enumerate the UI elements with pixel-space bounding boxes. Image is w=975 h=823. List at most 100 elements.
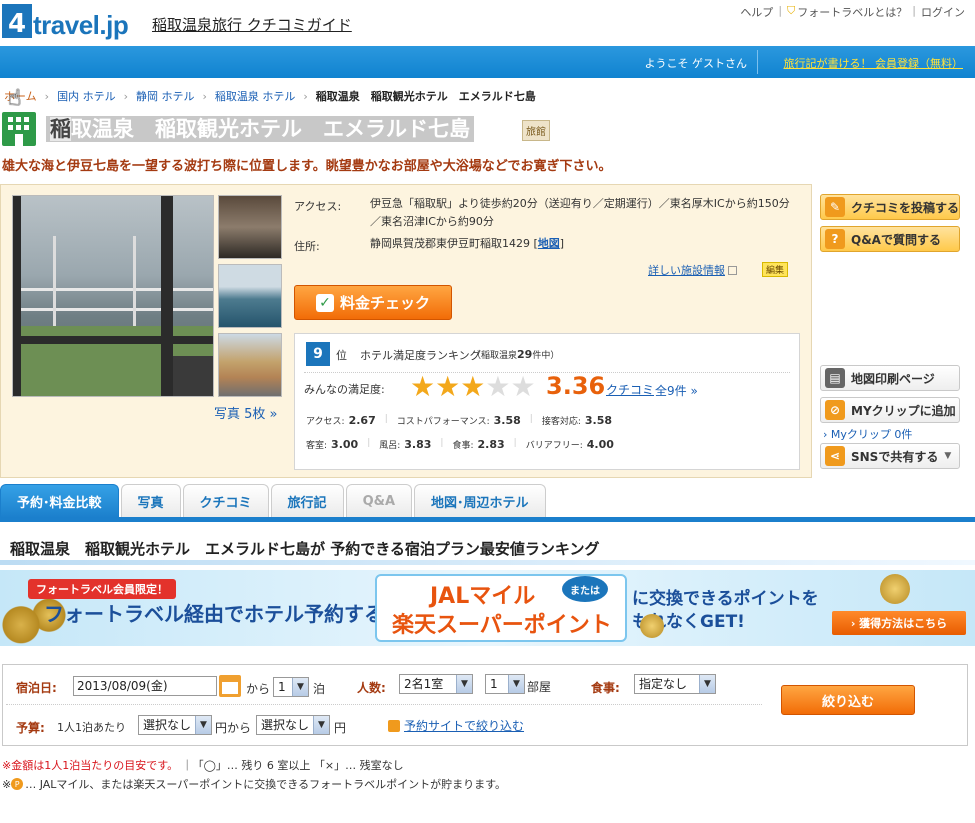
chevron-down-icon: ▼ — [508, 675, 524, 693]
catchcopy: 雄大な海と伊豆七島を一望する波打ち際に位置します。眺望豊かなお部屋や大浴場などで… — [2, 159, 612, 174]
detail-info-link[interactable]: 詳しい施設情報 — [648, 262, 737, 278]
star-empty-icon: ★ — [510, 370, 536, 403]
people-label: 人数: — [357, 681, 386, 695]
chevron-down-icon: ▼ — [456, 675, 472, 693]
logo-digit: 4 — [2, 4, 32, 38]
sub-score-room: 客室: 3.00 — [306, 438, 359, 451]
tab-qa[interactable]: Q&A — [345, 484, 413, 518]
banner-main-text: フォートラベル経由でホテル予約すると、 — [44, 602, 424, 626]
rank-unit: 位 — [336, 349, 347, 362]
banner-howto-button[interactable]: › 獲得方法はこちら — [832, 611, 966, 635]
budget-min-select[interactable]: 選択なし ▼ — [138, 715, 212, 735]
points-note: ※ P… JALマイル、または楽天スーパーポイントに交換できるフォートラベルポイン… — [2, 777, 506, 792]
tab-photos[interactable]: 写真 — [120, 484, 181, 518]
building-icon — [2, 112, 36, 146]
section-title: 稲取温泉 稲取観光ホテル エメラルド七島が 予約できる宿泊プラン最安値ランキング — [10, 540, 600, 558]
review-count-link[interactable]: 全9件 » — [655, 382, 698, 399]
register-link[interactable]: 旅行記が書ける！ 会員登録（無料） — [784, 55, 964, 71]
budget-yen-text: 円 — [334, 721, 347, 735]
budget-from-text: 円から — [215, 721, 252, 735]
sns-share-button[interactable]: ⋖ SNSで共有する ▼ — [820, 443, 960, 469]
site-narrow-link[interactable]: 予約サイトで絞り込む — [388, 717, 524, 734]
top-links: ヘルプ | ⛉ フォートラベルとは？ | ログイン — [740, 4, 965, 20]
date-input[interactable]: 2013/08/09(金) — [73, 676, 217, 696]
banner-jal: JALマイル — [430, 584, 536, 609]
main-photo[interactable] — [12, 195, 214, 397]
sub-score-access: アクセス: 2.67 — [306, 414, 376, 427]
sub-score-meal: 食事: 2.83 — [452, 438, 505, 451]
budget-per-text: 1人1泊あたり — [57, 721, 126, 734]
banner-tag: フォートラベル会員限定！ — [28, 579, 176, 599]
thumbnail-1[interactable] — [218, 195, 282, 259]
banner-rakuten: 楽天スーパーポイント — [392, 613, 612, 638]
question-icon: ? — [825, 229, 845, 249]
satisfaction-label: みんなの満足度: — [304, 383, 385, 396]
price-check-button[interactable]: ✓ 料金チェック — [294, 285, 452, 320]
budget-max-select[interactable]: 選択なし ▼ — [256, 715, 330, 735]
edit-button[interactable]: 編集 — [762, 262, 789, 277]
rank-subtext: （稲取温泉29件中） — [472, 348, 560, 361]
chevron-right-icon: › — [202, 89, 207, 103]
sub-score-cost: コストパフォーマンス: 3.58 — [396, 414, 521, 427]
star-filled-icon: ★ — [435, 370, 461, 403]
breadcrumb-inatori-hotel[interactable]: 稲取温泉 ホテル — [215, 88, 296, 104]
chevron-right-icon: › — [123, 89, 128, 103]
login-link[interactable]: ログイン — [921, 4, 965, 20]
breadcrumb: ホーム › 国内 ホテル › 静岡 ホテル › 稲取温泉 ホテル › 稲取温泉 … — [4, 88, 536, 104]
site-logo[interactable]: 4 travel.jp — [2, 2, 129, 38]
shield-icon: ⛉ — [787, 4, 796, 17]
welcome-text: ようこそ ゲストさん — [644, 57, 748, 70]
speech-bubble-icon: ✎ — [825, 197, 845, 217]
date-label: 宿泊日: — [16, 681, 57, 695]
points-icon: P — [11, 778, 24, 790]
thumbnail-3[interactable] — [218, 333, 282, 397]
chevron-down-icon: ▼ — [944, 451, 952, 461]
banner-or: または — [562, 576, 608, 602]
photos-link[interactable]: 写真 5枚 » — [214, 403, 278, 422]
calendar-icon[interactable] — [219, 675, 241, 697]
sub-score-barrierfree: バリアフリー: 4.00 — [525, 438, 614, 451]
tab-bar: 予約･料金比較 写真 クチコミ 旅行記 Q&A 地図･周辺ホテル — [0, 484, 548, 518]
rating-stars: ★ ★ ★ ★ ★ — [410, 372, 536, 402]
breadcrumb-shizuoka-hotel[interactable]: 静岡 ホテル — [136, 88, 195, 104]
rank-title: ホテル満足度ランキング — [360, 349, 481, 362]
breadcrumb-domestic-hotel[interactable]: 国内 ホテル — [57, 88, 116, 104]
sub-score-bath: 風呂: 3.83 — [379, 438, 432, 451]
meal-select[interactable]: 指定なし ▼ — [634, 674, 716, 694]
about-link[interactable]: フォートラベルとは？ — [797, 4, 907, 20]
map-print-button[interactable]: ▤ 地図印刷ページ — [820, 365, 960, 391]
map-link[interactable]: 地図 — [538, 237, 560, 250]
help-link[interactable]: ヘルプ — [740, 4, 773, 20]
myclip-add-button[interactable]: ⊘ MYクリップに追加 — [820, 397, 960, 423]
coin-icon — [640, 614, 664, 638]
star-filled-icon: ★ — [460, 370, 486, 403]
kuchikomi-link[interactable]: クチコミ — [606, 381, 654, 398]
meal-label: 食事: — [591, 681, 620, 695]
people-select[interactable]: 2名1室 ▼ — [399, 674, 473, 694]
chevron-right-icon: › — [44, 89, 50, 103]
tab-reservation[interactable]: 予約･料金比較 — [0, 484, 119, 518]
nights-select[interactable]: 1 ▼ — [273, 677, 309, 697]
rooms-unit: 部屋 — [527, 680, 552, 694]
star-empty-icon: ★ — [485, 370, 511, 403]
tab-map[interactable]: 地図･周辺ホテル — [414, 484, 546, 518]
share-icon: ⋖ — [825, 446, 845, 466]
tab-kuchikomi[interactable]: クチコミ — [182, 484, 269, 518]
address-label: 住所: — [294, 240, 320, 253]
chevron-down-icon: ▼ — [292, 678, 308, 696]
tab-travelogue[interactable]: 旅行記 — [270, 484, 344, 518]
access-text: 伊豆急「稲取駅」より徒歩約20分（送迎有り／定期運行）／東名厚木ICから約150… — [370, 197, 790, 228]
post-review-button[interactable]: ✎ クチコミを投稿する — [820, 194, 960, 220]
qa-button[interactable]: ? Q&Aで質問する — [820, 226, 960, 252]
site-title-link[interactable]: 稲取温泉旅行 クチコミガイド — [152, 14, 352, 35]
type-badge: 旅館 — [522, 120, 550, 141]
rooms-select[interactable]: 1 ▼ — [485, 674, 525, 694]
breadcrumb-current: 稲取温泉 稲取観光ホテル エメラルド七島 — [315, 90, 536, 103]
clip-icon: ⊘ — [825, 400, 845, 420]
check-icon: ✓ — [315, 293, 334, 312]
thumbnail-2[interactable] — [218, 264, 282, 328]
star-filled-icon: ★ — [410, 370, 436, 403]
myclip-link[interactable]: › Myクリップ 0件 — [823, 426, 912, 442]
access-label: アクセス: — [294, 200, 342, 213]
narrow-search-button[interactable]: 絞り込む — [781, 685, 915, 715]
